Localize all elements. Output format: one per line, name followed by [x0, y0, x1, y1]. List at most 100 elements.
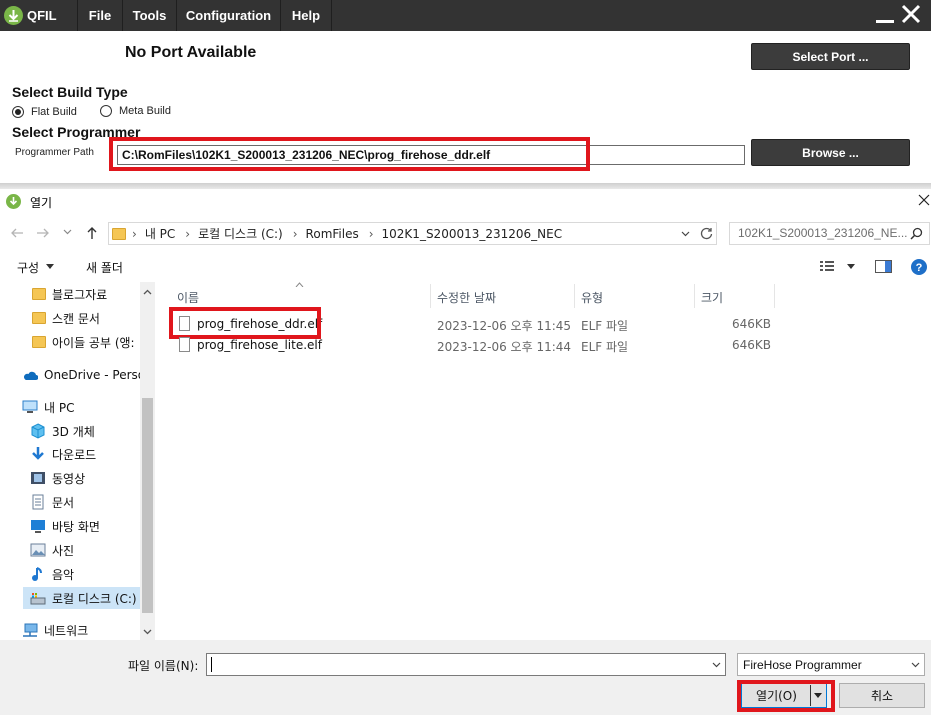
file-row[interactable]: prog_firehose_ddr.elf 2023-12-06 오후 11:4… [172, 314, 772, 334]
cloud-icon [22, 370, 38, 380]
address-dropdown-icon[interactable] [681, 231, 690, 237]
nav-item-onedrive[interactable]: OneDrive - Persor [22, 364, 140, 386]
filename-input[interactable] [206, 653, 726, 676]
nav-item-label: 네트워크 [44, 623, 89, 638]
nav-item-kids[interactable]: 아이들 공부 (앵: [32, 331, 140, 353]
breadcrumb-romfiles[interactable]: RomFiles [306, 227, 359, 241]
search-input[interactable]: 102K1_S200013_231206_NE... [729, 222, 930, 245]
nav-item-label: OneDrive - Persor [44, 368, 140, 382]
column-divider[interactable] [430, 284, 431, 308]
file-size: 646KB [732, 317, 772, 331]
column-divider[interactable] [774, 284, 775, 308]
svg-text:?: ? [916, 262, 923, 274]
nav-item-local-disk[interactable]: 로컬 디스크 (C:) [23, 587, 140, 609]
open-dropdown-icon[interactable] [810, 685, 825, 706]
column-name[interactable]: 이름 [177, 286, 199, 308]
desktop-icon [30, 519, 46, 533]
back-arrow-icon[interactable] [10, 227, 24, 239]
pc-icon [22, 400, 38, 414]
nav-scroll-thumb[interactable] [142, 398, 153, 613]
menu-tools[interactable]: Tools [122, 0, 176, 31]
dialog-app-icon [6, 194, 21, 209]
file-row[interactable]: prog_firehose_lite.elf 2023-12-06 오후 11:… [172, 335, 772, 355]
help-icon[interactable]: ? [911, 259, 927, 275]
build-type-title: Select Build Type [12, 84, 128, 100]
file-type: ELF 파일 [581, 340, 629, 354]
file-icon [179, 337, 190, 352]
organize-button[interactable]: 구성 [17, 259, 39, 276]
column-divider[interactable] [694, 284, 695, 308]
nav-item-music[interactable]: 음악 [30, 563, 140, 585]
file-type-value: FireHose Programmer [743, 657, 862, 672]
programmer-title: Select Programmer [12, 124, 141, 140]
filter-dropdown-icon[interactable] [911, 662, 920, 668]
menu-configuration[interactable]: Configuration [176, 0, 280, 31]
scroll-up-icon[interactable] [143, 289, 152, 295]
view-options-icon[interactable] [820, 261, 838, 272]
file-name: prog_firehose_lite.elf [197, 338, 322, 352]
nav-item-network[interactable]: 네트워크 [22, 619, 140, 641]
column-size[interactable]: 크기 [701, 286, 723, 308]
programmer-path-field[interactable]: C:\RomFiles\102K1_S200013_231206_NEC\pro… [117, 145, 745, 165]
file-type: ELF 파일 [581, 319, 629, 333]
address-bar[interactable]: › 내 PC › 로컬 디스크 (C:) › RomFiles › 102K1_… [108, 222, 717, 245]
preview-pane-icon[interactable] [875, 260, 892, 273]
music-icon [30, 566, 46, 582]
refresh-icon[interactable] [700, 227, 713, 240]
file-type-select[interactable]: FireHose Programmer [737, 653, 925, 676]
meta-build-radio[interactable] [100, 105, 112, 117]
forward-arrow-icon[interactable] [36, 227, 50, 239]
nav-item-3d[interactable]: 3D 개체 [30, 420, 140, 442]
file-size: 646KB [732, 338, 772, 352]
nav-item-downloads[interactable]: 다운로드 [30, 443, 140, 465]
close-icon[interactable] [901, 4, 921, 24]
flat-build-label: Flat Build [31, 106, 77, 118]
flat-build-radio[interactable] [12, 106, 24, 118]
breadcrumb-drive[interactable]: 로컬 디스크 (C:) [198, 225, 283, 242]
nav-item-pictures[interactable]: 사진 [30, 539, 140, 561]
nav-item-blog[interactable]: 블로그자료 [32, 283, 150, 305]
open-button-label[interactable]: 열기(O) [744, 684, 809, 707]
minimize-icon[interactable] [876, 8, 894, 24]
browse-button[interactable]: Browse ... [751, 139, 910, 166]
download-icon [30, 446, 46, 462]
programmer-path-label: Programmer Path [15, 147, 94, 158]
cube-icon [30, 423, 46, 439]
nav-item-pc[interactable]: 내 PC [22, 396, 140, 418]
nav-item-label: 아이들 공부 (앵: [52, 335, 135, 350]
menu-file[interactable]: File [77, 0, 122, 31]
nav-item-scan[interactable]: 스캔 문서 [32, 307, 150, 329]
nav-item-label: 내 PC [44, 400, 75, 415]
organize-dropdown-icon [46, 264, 54, 269]
column-divider[interactable] [574, 284, 575, 308]
search-icon [910, 227, 923, 240]
column-modified[interactable]: 수정한 날짜 [437, 286, 496, 308]
nav-item-videos[interactable]: 동영상 [30, 467, 140, 489]
nav-item-label: 바탕 화면 [52, 519, 100, 534]
nav-item-documents[interactable]: 문서 [30, 491, 140, 513]
nav-item-label: 3D 개체 [52, 424, 95, 439]
new-folder-button[interactable]: 새 폴더 [86, 259, 123, 276]
network-icon [22, 623, 38, 637]
dialog-title: 열기 [30, 196, 53, 210]
nav-item-label: 로컬 디스크 (C:) [52, 591, 137, 606]
menu-help[interactable]: Help [280, 0, 332, 31]
nav-item-label: 음악 [52, 567, 75, 582]
meta-build-label: Meta Build [119, 105, 171, 117]
dialog-close-icon[interactable] [918, 194, 930, 206]
drive-icon [30, 591, 46, 605]
nav-item-label: 문서 [52, 495, 75, 510]
recent-chevron-icon[interactable] [63, 229, 72, 235]
up-arrow-icon[interactable] [86, 226, 98, 240]
select-port-button[interactable]: Select Port ... [751, 43, 910, 70]
breadcrumb-pc[interactable]: 내 PC [145, 225, 175, 242]
filename-dropdown-icon[interactable] [712, 662, 721, 668]
column-type[interactable]: 유형 [581, 286, 603, 308]
nav-item-desktop[interactable]: 바탕 화면 [30, 515, 140, 537]
breadcrumb-folder[interactable]: 102K1_S200013_231206_NEC [382, 227, 563, 241]
scroll-down-icon[interactable] [143, 629, 152, 635]
view-dropdown-icon[interactable] [847, 264, 855, 269]
picture-icon [30, 543, 46, 557]
cancel-button[interactable]: 취소 [839, 683, 925, 708]
download-arrow-icon [4, 6, 23, 25]
